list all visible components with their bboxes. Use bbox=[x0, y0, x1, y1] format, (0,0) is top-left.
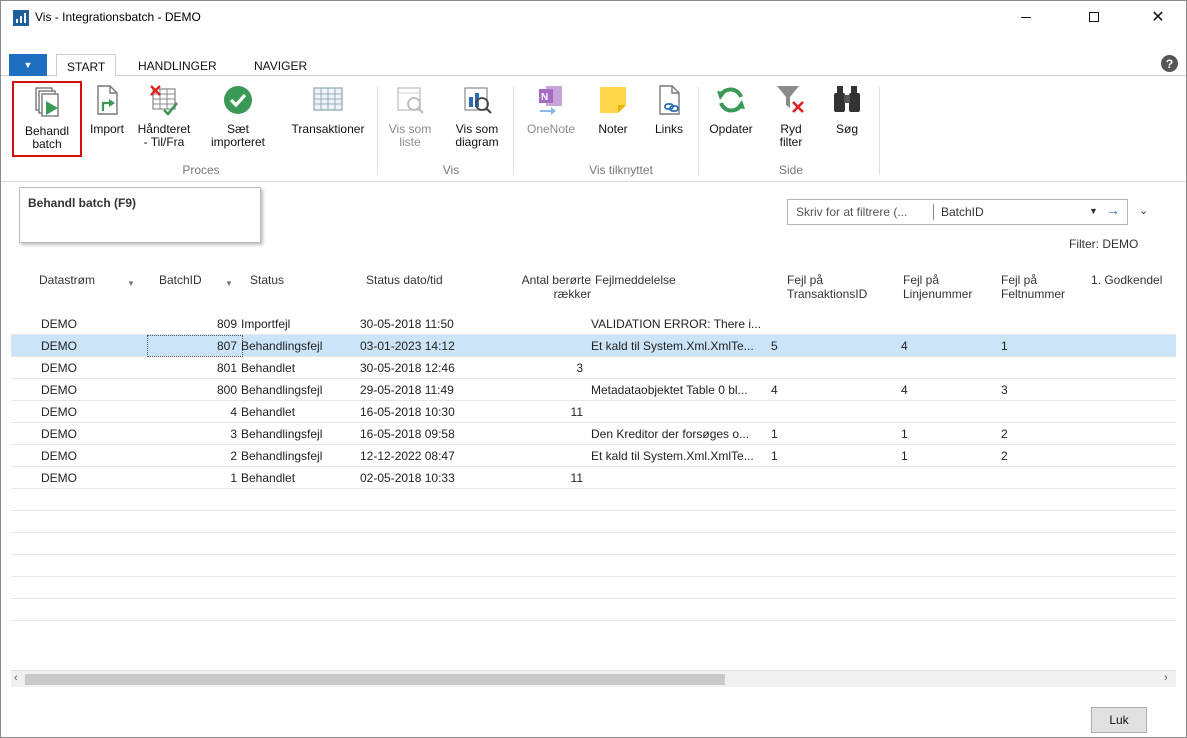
arrow-right-icon[interactable]: → bbox=[1106, 202, 1120, 218]
close-window-button[interactable]: ✕ bbox=[1135, 1, 1181, 33]
table-row[interactable]: DEMO 4 Behandlet 16-05-2018 10:30 11 bbox=[11, 401, 1176, 423]
help-icon[interactable]: ? bbox=[1161, 55, 1178, 72]
tab-start[interactable]: START bbox=[56, 54, 117, 77]
filter-field-selector[interactable]: BatchID bbox=[941, 205, 984, 219]
application-menu-button[interactable]: ▼ bbox=[9, 54, 47, 76]
filter-caption: Filter: DEMO bbox=[1069, 237, 1139, 251]
grid-rows: DEMO 809 Importfejl 30-05-2018 11:50 VAL… bbox=[11, 313, 1176, 621]
vis-som-liste-button[interactable]: Vis som liste bbox=[385, 83, 435, 149]
column-header-fejl-feltnummer[interactable]: Fejl på Feltnummer bbox=[1001, 273, 1065, 301]
transaktioner-button[interactable]: Transaktioner bbox=[284, 83, 372, 136]
group-label-vis-tilknyttet: Vis tilknyttet bbox=[589, 163, 653, 177]
column-header-antal[interactable]: Antal berørte rækker bbox=[497, 273, 591, 301]
title-bar: Vis - Integrationsbatch - DEMO ✕ bbox=[1, 1, 1186, 33]
table-grid-icon bbox=[311, 83, 345, 117]
column-header-datastroem[interactable]: Datastrøm bbox=[39, 273, 95, 287]
dropdown-arrow-icon[interactable]: ▼ bbox=[1089, 206, 1098, 216]
links-button[interactable]: Links bbox=[649, 83, 689, 136]
window-title: Vis - Integrationsbatch - DEMO bbox=[35, 10, 201, 24]
caret-down-icon: ▼ bbox=[23, 60, 33, 70]
group-separator bbox=[698, 87, 699, 175]
tab-handlinger[interactable]: HANDLINGER bbox=[128, 54, 227, 77]
list-view-icon bbox=[393, 83, 427, 117]
opdater-button[interactable]: Opdater bbox=[704, 83, 758, 136]
empty-row bbox=[11, 577, 1176, 599]
column-header-batchid[interactable]: BatchID bbox=[159, 273, 202, 287]
refresh-icon bbox=[714, 83, 748, 117]
noter-button[interactable]: Noter bbox=[593, 83, 633, 136]
app-window: Vis - Integrationsbatch - DEMO ✕ ▼ START… bbox=[0, 0, 1187, 738]
process-batch-icon bbox=[30, 85, 64, 119]
import-icon bbox=[90, 83, 124, 117]
clear-filter-icon bbox=[774, 83, 808, 117]
group-separator bbox=[513, 87, 514, 175]
empty-row bbox=[11, 489, 1176, 511]
table-row[interactable]: DEMO 1 Behandlet 02-05-2018 10:33 11 bbox=[11, 467, 1176, 489]
group-separator bbox=[377, 87, 378, 175]
column-header-fejl-linjenummer[interactable]: Fejl på Linjenummer bbox=[903, 273, 972, 301]
tooltip-text: Behandl batch (F9) bbox=[28, 196, 137, 210]
chart-view-icon bbox=[460, 83, 494, 117]
horizontal-scrollbar[interactable]: ‹ › bbox=[11, 670, 1176, 687]
close-icon: ✕ bbox=[1151, 9, 1165, 26]
behandl-batch-button[interactable]: Behandl batch bbox=[12, 81, 82, 157]
tooltip: Behandl batch (F9) bbox=[19, 187, 261, 243]
sort-indicator-icon: ▼ bbox=[225, 279, 233, 288]
checkmark-circle-icon bbox=[221, 83, 255, 117]
column-header-fejl-transaktionsid[interactable]: Fejl på TransaktionsID bbox=[787, 273, 867, 301]
scroll-right-icon[interactable]: › bbox=[1164, 672, 1168, 684]
onenote-icon: N bbox=[534, 83, 568, 117]
sticky-note-icon bbox=[596, 83, 630, 117]
soeg-button[interactable]: Søg bbox=[827, 83, 867, 136]
svg-text:N: N bbox=[541, 92, 548, 103]
minimize-button[interactable] bbox=[1003, 1, 1049, 33]
scroll-left-icon[interactable]: ‹ bbox=[14, 672, 18, 684]
handled-table-icon bbox=[147, 83, 181, 117]
group-label-vis: Vis bbox=[442, 163, 460, 177]
tab-naviger[interactable]: NAVIGER bbox=[244, 54, 317, 77]
ribbon: Behandl batch Import Håndteret - Til/Fra… bbox=[1, 77, 1186, 182]
import-button[interactable]: Import bbox=[85, 83, 129, 136]
table-row[interactable]: DEMO 2 Behandlingsfejl 12-12-2022 08:47 … bbox=[11, 445, 1176, 467]
empty-row bbox=[11, 511, 1176, 533]
empty-row bbox=[11, 533, 1176, 555]
table-row-selected[interactable]: DEMO 807 Behandlingsfejl 03-01-2023 14:1… bbox=[11, 335, 1176, 357]
group-separator bbox=[879, 87, 880, 175]
column-header-fejlmeddelelse[interactable]: Fejlmeddelelse bbox=[595, 273, 676, 287]
batch-grid: Datastrøm ▼ BatchID ▼ Status Status dato… bbox=[11, 263, 1176, 673]
table-row[interactable]: DEMO 3 Behandlingsfejl 16-05-2018 09:58 … bbox=[11, 423, 1176, 445]
filter-divider bbox=[933, 204, 934, 220]
scrollbar-thumb[interactable] bbox=[25, 674, 725, 685]
luk-button[interactable]: Luk bbox=[1091, 707, 1147, 733]
table-row[interactable]: DEMO 800 Behandlingsfejl 29-05-2018 11:4… bbox=[11, 379, 1176, 401]
link-document-icon bbox=[652, 83, 686, 117]
maximize-button[interactable] bbox=[1071, 1, 1117, 33]
maximize-icon bbox=[1089, 12, 1099, 22]
onenote-button[interactable]: N OneNote bbox=[523, 83, 579, 136]
app-logo-icon bbox=[13, 10, 29, 26]
chevron-down-icon[interactable]: ⌄ bbox=[1139, 204, 1148, 217]
group-label-proces: Proces bbox=[182, 163, 220, 177]
ryd-filter-button[interactable]: Ryd filter bbox=[771, 83, 811, 149]
filter-input[interactable]: Skriv for at filtrere (... bbox=[796, 205, 907, 219]
column-header-godkendel[interactable]: 1. Godkendel bbox=[1091, 273, 1162, 287]
haandteret-til-fra-button[interactable]: Håndteret - Til/Fra bbox=[132, 83, 196, 149]
table-row[interactable]: DEMO 809 Importfejl 30-05-2018 11:50 VAL… bbox=[11, 313, 1176, 335]
vis-som-diagram-button[interactable]: Vis som diagram bbox=[447, 83, 507, 149]
minimize-icon bbox=[1021, 16, 1031, 18]
sort-indicator-icon: ▼ bbox=[127, 279, 135, 288]
column-header-status[interactable]: Status bbox=[250, 273, 284, 287]
empty-row bbox=[11, 555, 1176, 577]
saet-importeret-button[interactable]: Sæt importeret bbox=[205, 83, 271, 149]
filter-box[interactable]: Skriv for at filtrere (... BatchID ▼ → bbox=[787, 199, 1128, 225]
column-header-status-dato[interactable]: Status dato/tid bbox=[366, 273, 443, 287]
binoculars-icon bbox=[830, 83, 864, 117]
empty-row bbox=[11, 599, 1176, 621]
table-row[interactable]: DEMO 801 Behandlet 30-05-2018 12:46 3 bbox=[11, 357, 1176, 379]
group-label-side: Side bbox=[778, 163, 804, 177]
